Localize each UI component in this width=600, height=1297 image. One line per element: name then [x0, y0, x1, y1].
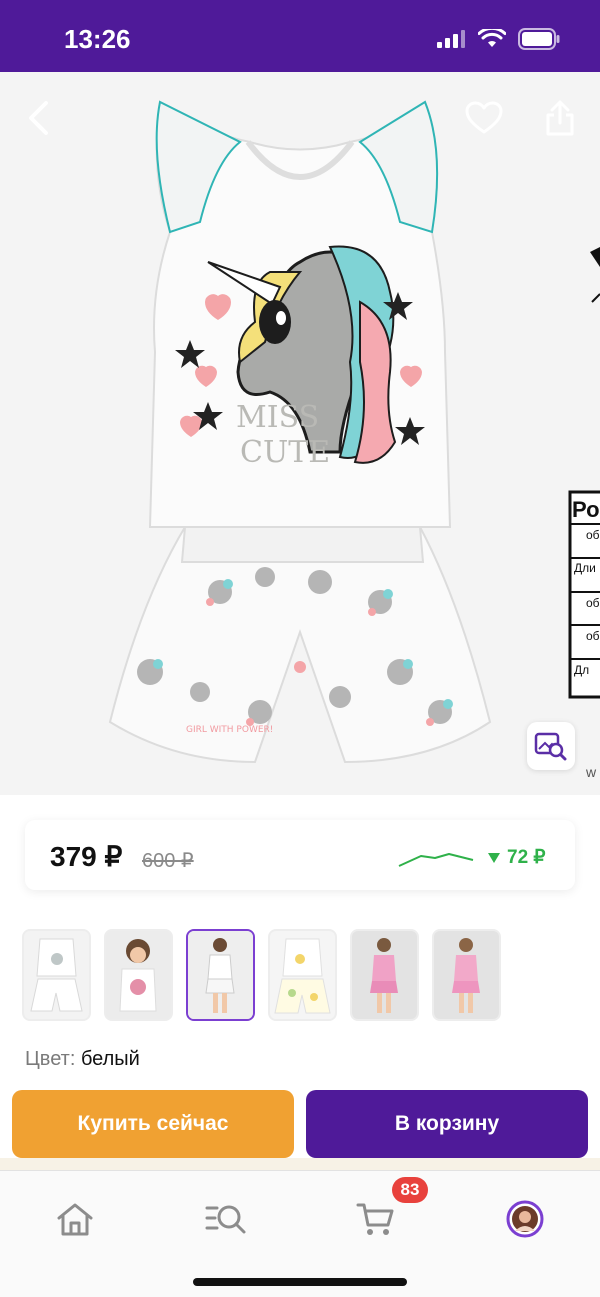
old-price: 600 ₽ — [142, 850, 194, 872]
tab-catalog[interactable] — [196, 1189, 256, 1249]
thumbnail-girl-unicorn-set[interactable] — [186, 929, 255, 1021]
print-text-cute: CUTE — [240, 435, 330, 470]
thumbnail-girl-doll-shirt[interactable] — [104, 929, 173, 1021]
back-button[interactable] — [12, 92, 64, 144]
add-to-cart-button[interactable]: В корзину — [306, 1090, 588, 1158]
signal-icon — [437, 30, 465, 48]
battery-icon — [518, 28, 560, 50]
size-table-row: об — [586, 596, 600, 610]
status-icons — [436, 28, 560, 50]
cart-count-badge: 83 — [392, 1177, 428, 1203]
print-text-miss: MISS — [236, 400, 319, 435]
size-table-header: Ро — [572, 497, 600, 522]
thumbnail-girl-pink-set-1[interactable] — [350, 929, 419, 1021]
chevron-left-icon — [29, 101, 48, 135]
buy-now-button[interactable]: Купить сейчас — [12, 1090, 294, 1158]
price-drop: 72 ₽ — [487, 846, 546, 869]
thumbnail-image — [270, 931, 335, 1019]
wifi-icon — [478, 29, 506, 47]
edge-text: w — [585, 764, 597, 780]
product-main-image: MISS CUTE GIRL WITH POWER! Ро об Дли об — [0, 72, 600, 795]
purchase-actions: Купить сейчас В корзину — [12, 1090, 588, 1158]
favorite-button[interactable] — [458, 92, 510, 144]
color-label: Цвет: — [25, 1048, 76, 1070]
thumbnail-strip — [22, 929, 501, 1021]
tab-home[interactable] — [45, 1189, 105, 1249]
status-time: 13:26 — [64, 24, 131, 54]
thumbnail-image — [352, 931, 417, 1019]
size-table-row: об — [586, 528, 600, 542]
color-selection: Цвет: белый — [25, 1048, 140, 1071]
thumbnail-image — [434, 931, 499, 1019]
home-icon — [57, 1203, 93, 1236]
triangle-down-icon — [488, 852, 500, 863]
home-indicator — [193, 1278, 407, 1286]
bottom-tab-bar: 83 — [0, 1170, 600, 1297]
thumbnail-image — [188, 931, 253, 1019]
image-search-icon — [534, 732, 567, 761]
thumbnail-shirt-shorts-floral[interactable] — [268, 929, 337, 1021]
size-table-row: Дли — [574, 561, 596, 575]
share-icon — [546, 100, 574, 136]
cart-icon — [356, 1203, 394, 1235]
print-text-small: GIRL WITH POWER! — [186, 725, 273, 735]
profile-avatar — [506, 1200, 544, 1238]
size-table-row: Дл — [574, 663, 589, 677]
status-bar: 13:26 — [0, 0, 600, 72]
catalog-search-icon — [205, 1205, 246, 1234]
visual-search-button[interactable] — [527, 722, 575, 770]
tab-profile[interactable] — [495, 1189, 555, 1249]
size-table-row: об — [586, 629, 600, 643]
price-drop-value: 72 ₽ — [507, 847, 546, 868]
color-value: белый — [80, 1048, 140, 1070]
product-gallery[interactable]: MISS CUTE GIRL WITH POWER! Ро об Дли об — [0, 72, 600, 795]
thumbnail-image — [24, 931, 89, 1019]
thumbnail-girl-pink-set-2[interactable] — [432, 929, 501, 1021]
price-card[interactable]: 379 ₽ 600 ₽ 72 ₽ — [25, 820, 575, 890]
thumbnail-image — [106, 931, 171, 1019]
thumbnail-shirt-shorts-white[interactable] — [22, 929, 91, 1021]
heart-icon — [465, 101, 503, 134]
share-button[interactable] — [534, 92, 586, 144]
price-history-sparkline — [398, 853, 474, 867]
current-price: 379 ₽ — [50, 841, 123, 872]
size-chips-behind — [0, 1158, 600, 1170]
